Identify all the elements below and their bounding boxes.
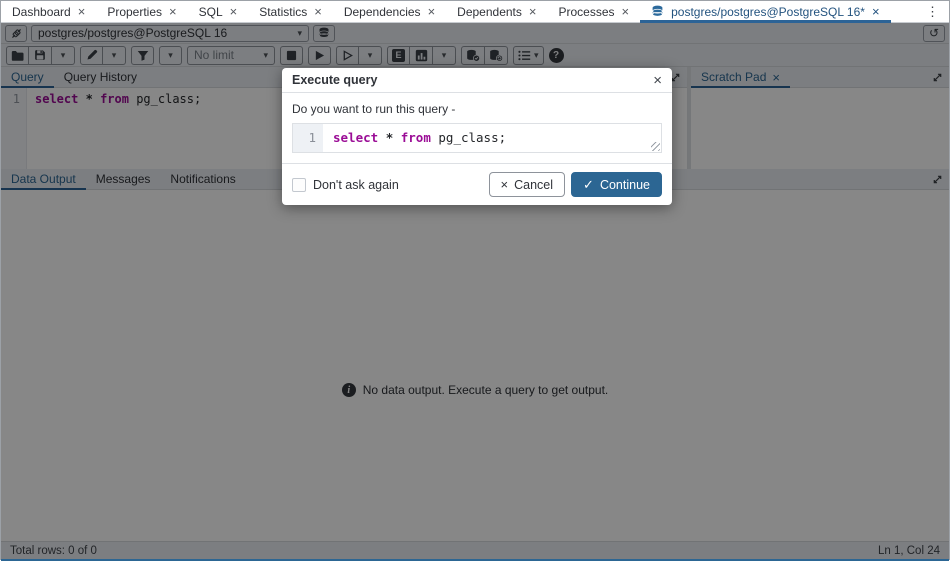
- tab-label: Statistics: [259, 5, 307, 19]
- dont-ask-again-label: Don't ask again: [313, 178, 399, 192]
- tab-label: Processes: [558, 5, 614, 19]
- close-icon[interactable]: ×: [428, 5, 436, 18]
- close-icon[interactable]: ×: [653, 73, 662, 88]
- tab-label: Dashboard: [12, 5, 71, 19]
- continue-button[interactable]: ✓ Continue: [571, 172, 662, 197]
- window-tab-bar: Dashboard × Properties × SQL × Statistic…: [1, 1, 949, 23]
- close-icon[interactable]: ×: [622, 5, 630, 18]
- dialog-gutter: 1: [293, 124, 323, 152]
- sql-keyword: from: [401, 130, 431, 145]
- close-icon: ×: [501, 178, 509, 191]
- dont-ask-again-checkbox[interactable]: [292, 178, 306, 192]
- continue-button-label: Continue: [600, 178, 650, 192]
- line-number: 1: [308, 130, 316, 145]
- close-icon[interactable]: ×: [78, 5, 86, 18]
- dialog-footer: Don't ask again × Cancel ✓ Continue: [282, 163, 672, 205]
- tab-label: Dependents: [457, 5, 522, 19]
- close-icon[interactable]: ×: [529, 5, 537, 18]
- execute-query-dialog: Execute query × Do you want to run this …: [282, 68, 672, 205]
- sql-keyword: select: [333, 130, 378, 145]
- tab-query-tool-active[interactable]: postgres/postgres@PostgreSQL 16* ×: [640, 1, 890, 22]
- close-icon[interactable]: ×: [872, 5, 880, 18]
- dialog-code-line: select * from pg_class;: [323, 124, 661, 152]
- dialog-prompt: Do you want to run this query -: [292, 102, 662, 116]
- tab-label: Dependencies: [344, 5, 421, 19]
- dialog-header: Execute query ×: [282, 68, 672, 93]
- sql-star: *: [386, 130, 394, 145]
- database-icon: [651, 5, 664, 18]
- tab-statistics[interactable]: Statistics ×: [248, 1, 333, 22]
- tab-dependencies[interactable]: Dependencies ×: [333, 1, 446, 22]
- tab-label: Properties: [107, 5, 162, 19]
- cancel-button[interactable]: × Cancel: [489, 172, 566, 197]
- tab-bar-spacer: [891, 1, 916, 22]
- tab-dependents[interactable]: Dependents ×: [446, 1, 547, 22]
- close-icon[interactable]: ×: [314, 5, 322, 18]
- dialog-title: Execute query: [292, 73, 653, 87]
- close-icon[interactable]: ×: [230, 5, 238, 18]
- tab-properties[interactable]: Properties ×: [96, 1, 187, 22]
- tab-sql[interactable]: SQL ×: [188, 1, 249, 22]
- check-icon: ✓: [583, 178, 594, 191]
- sql-identifier: pg_class;: [438, 130, 506, 145]
- close-icon[interactable]: ×: [169, 5, 177, 18]
- tab-dashboard[interactable]: Dashboard ×: [1, 1, 96, 22]
- tab-label: SQL: [199, 5, 223, 19]
- tab-processes[interactable]: Processes ×: [547, 1, 640, 22]
- cancel-button-label: Cancel: [514, 178, 553, 192]
- dialog-body: Do you want to run this query - 1 select…: [282, 93, 672, 163]
- dont-ask-again-option[interactable]: Don't ask again: [292, 178, 489, 192]
- tab-menu-kebab-icon[interactable]: ⋮: [916, 1, 949, 22]
- dialog-query-preview: 1 select * from pg_class;: [292, 123, 662, 153]
- tab-label: postgres/postgres@PostgreSQL 16*: [671, 5, 865, 19]
- resize-handle[interactable]: [651, 142, 660, 151]
